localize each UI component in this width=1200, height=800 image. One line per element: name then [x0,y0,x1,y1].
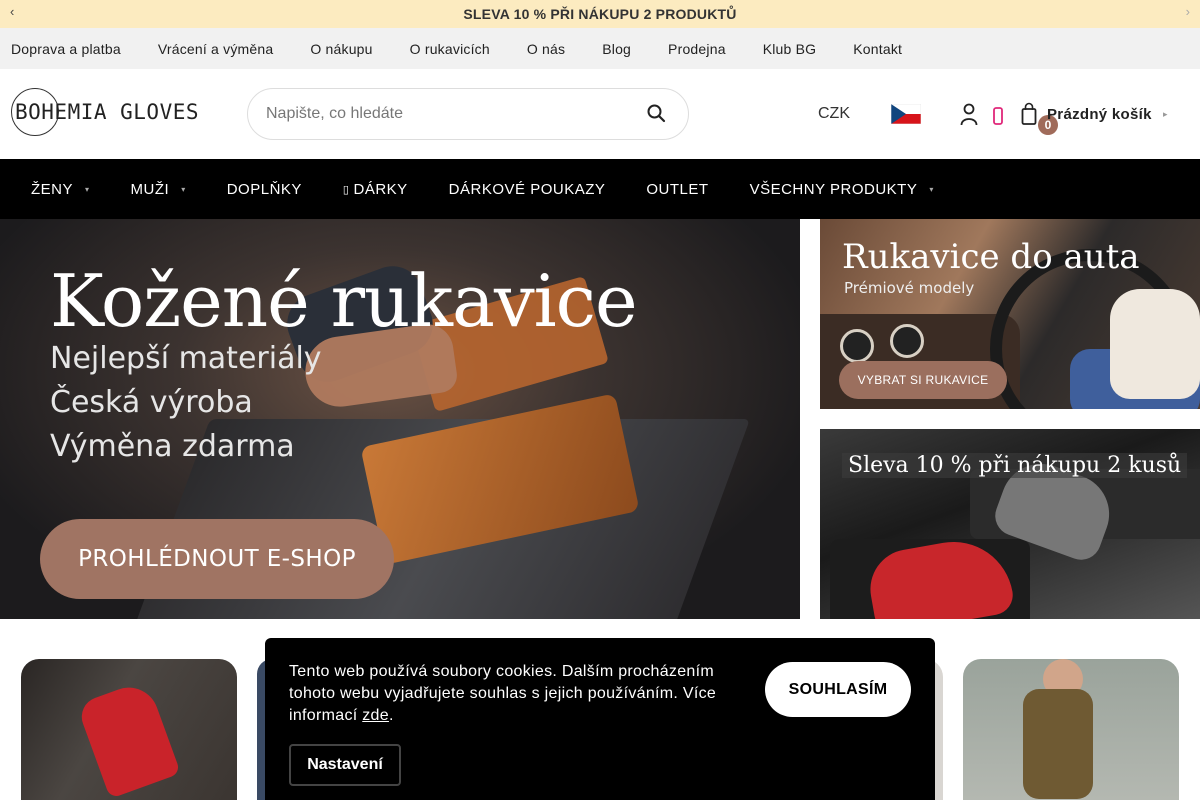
cart-icon[interactable] [1021,102,1037,126]
header: BOHEMIA GLOVES CZK 0 Prázdný košík ▸ [0,69,1200,159]
currency-selector[interactable]: CZK [818,105,850,123]
chevron-down-icon: ▾ [929,184,934,194]
nav-label: DÁRKY [353,180,408,198]
toplink-o-rukavicich[interactable]: O rukavicích [410,41,490,57]
hero-banner[interactable]: Kožené rukavice Nejlepší materiály Česká… [0,219,800,619]
hero-shop-button[interactable]: PROHLÉDNOUT E-SHOP [40,519,394,599]
logo[interactable]: BOHEMIA GLOVES [11,87,217,137]
nav-item-darky[interactable]: ▯ DÁRKY [343,181,408,198]
promo-prev-icon[interactable]: ‹ [10,4,14,19]
gift-icon: ▯ [342,183,350,196]
hero-line: Česká výroba [50,385,253,420]
cookie-accept-button[interactable]: SOUHLASÍM [765,662,911,717]
nav-label: DÁRKOVÉ POUKAZY [448,180,606,198]
promo-bar: ‹ SLEVA 10 % PŘI NÁKUPU 2 PRODUKTŮ › [0,0,1200,28]
promo-text[interactable]: SLEVA 10 % PŘI NÁKUPU 2 PRODUKTŮ [463,6,736,22]
nav-label: ŽENY [31,180,74,198]
choose-gloves-button[interactable]: VYBRAT SI RUKAVICE [839,361,1007,399]
cart-chevron-icon[interactable]: ▸ [1163,109,1168,120]
toplink-doprava[interactable]: Doprava a platba [11,41,121,57]
nav-item-muzi[interactable]: MUŽI ▾ [131,181,186,198]
wishlist-icon[interactable] [993,107,1003,125]
toplink-kontakt[interactable]: Kontakt [853,41,902,57]
cookie-text: Tento web používá soubory cookies. Další… [289,663,717,724]
nav-label: MUŽI [130,180,170,198]
banner-car-gloves[interactable]: Rukavice do auta Prémiové modely VYBRAT … [820,219,1200,409]
search-box [247,88,689,140]
cookie-dialog: Tento web používá soubory cookies. Další… [265,638,935,800]
banner-image-gauge [840,329,874,363]
nav-item-doplnky[interactable]: DOPLŇKY [227,181,302,198]
nav-item-outlet[interactable]: OUTLET [646,181,708,198]
category-tile[interactable] [21,659,237,800]
toplink-klub[interactable]: Klub BG [763,41,817,57]
czech-flag-icon[interactable] [891,104,921,124]
banner-title: Sleva 10 % při nákupu 2 kusů [842,453,1188,478]
category-image-glove [1023,689,1093,799]
banner-title: Rukavice do auta [842,237,1140,277]
top-links: Doprava a platba Vrácení a výměna O náku… [0,28,1200,69]
banner-image-glove [1110,289,1200,399]
hero-title: Kožené rukavice [50,259,638,343]
search-input[interactable] [266,105,626,123]
search-icon[interactable] [646,103,666,123]
chevron-down-icon: ▾ [181,184,186,194]
toplink-vraceni[interactable]: Vrácení a výměna [158,41,274,57]
toplink-o-nakupu[interactable]: O nákupu [310,41,372,57]
cookie-settings-button[interactable]: Nastavení [289,744,401,786]
hero-line: Výměna zdarma [50,429,295,464]
main-nav: ŽENY ▾ MUŽI ▾ DOPLŇKY ▯ DÁRKY DÁRKOVÉ PO… [0,159,1200,219]
nav-item-vsechny-produkty[interactable]: VŠECHNY PRODUKTY ▾ [750,181,934,198]
cookie-more-link[interactable]: zde [362,707,389,724]
cookie-message: Tento web používá soubory cookies. Další… [289,663,717,724]
logo-text: BOHEMIA GLOVES [15,100,200,124]
toplink-o-nas[interactable]: O nás [527,41,565,57]
nav-label: DOPLŇKY [226,180,302,198]
nav-item-zeny[interactable]: ŽENY ▾ [31,181,90,198]
nav-item-darkove-poukazy[interactable]: DÁRKOVÉ POUKAZY [449,181,606,198]
banner-discount[interactable]: Sleva 10 % při nákupu 2 kusů [820,429,1200,619]
nav-label: VŠECHNY PRODUKTY [749,180,918,198]
user-account-icon[interactable] [960,102,978,126]
category-image-glove [76,679,181,799]
promo-next-icon[interactable]: › [1186,4,1190,19]
cart-label[interactable]: Prázdný košík [1047,106,1152,123]
toplink-blog[interactable]: Blog [602,41,631,57]
nav-label: OUTLET [646,180,709,198]
hero-line: Nejlepší materiály [50,341,322,376]
banner-image-gauge [890,324,924,358]
toplink-prodejna[interactable]: Prodejna [668,41,726,57]
category-tile[interactable] [963,659,1179,800]
chevron-down-icon: ▾ [85,184,90,194]
banner-subtitle: Prémiové modely [844,279,975,297]
